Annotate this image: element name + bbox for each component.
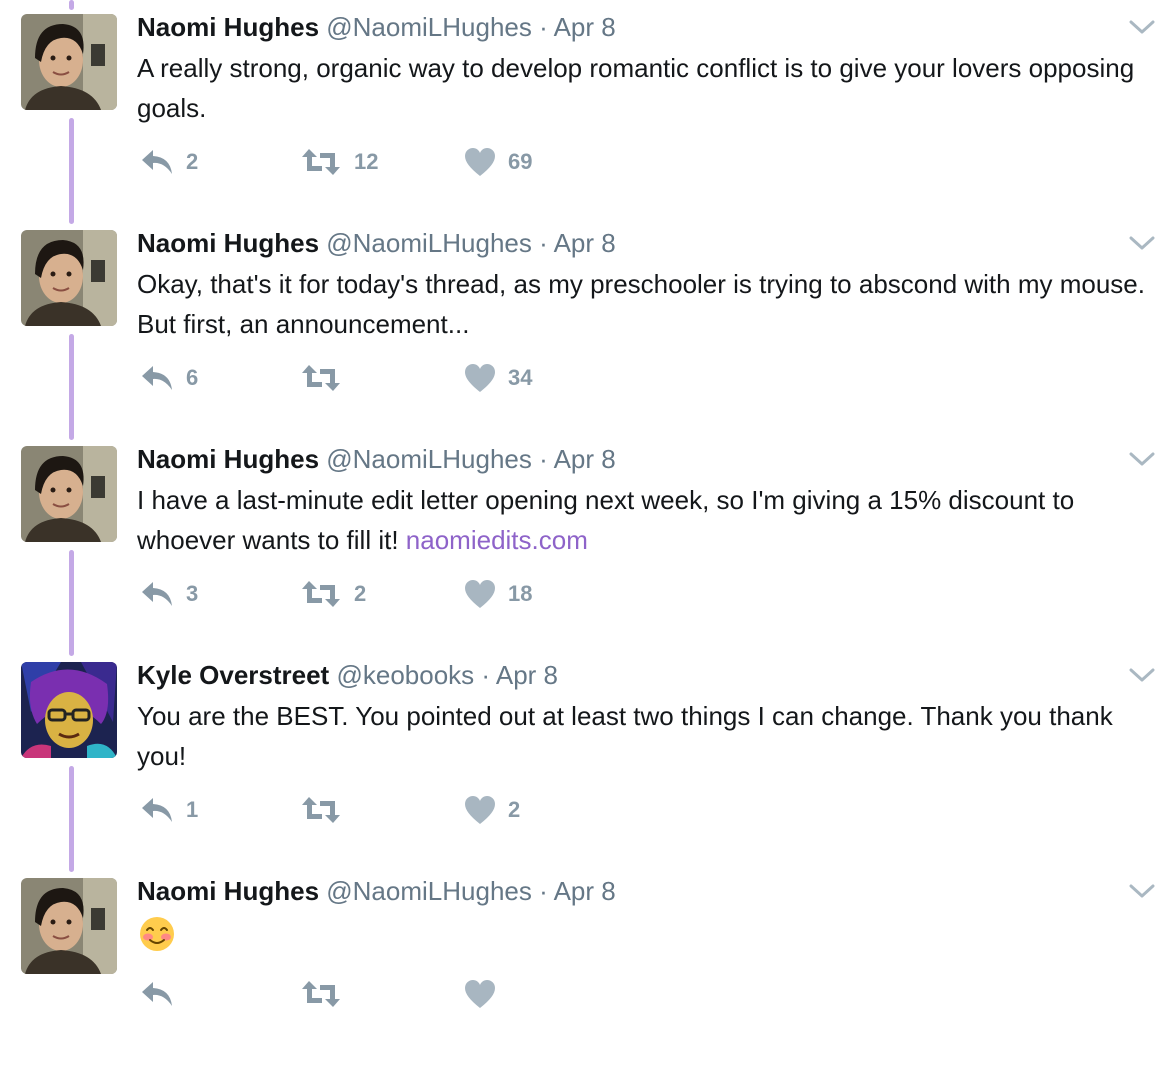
author-handle[interactable]: @NaomiLHughes [326,444,532,474]
chevron-down-icon[interactable] [1128,882,1156,900]
avatar[interactable] [21,230,117,326]
like-button[interactable] [464,974,496,1014]
retweet-button[interactable]: 12 [300,142,378,182]
author-name[interactable]: Naomi Hughes [137,12,319,42]
like-count: 18 [508,581,533,606]
tweet-header: Naomi Hughes @NaomiLHughes · Apr 8 [137,874,616,908]
avatar[interactable] [21,446,117,542]
tweet[interactable]: Naomi Hughes @NaomiLHughes · Apr 8 A rea… [0,0,1174,216]
retweet-icon [300,579,342,609]
reply-button[interactable]: 3 [140,574,198,614]
like-count: 34 [508,365,533,390]
avatar[interactable] [21,14,117,110]
retweet-count: 2 [354,581,367,606]
tweet-actions: 3 2 18 [140,574,640,614]
author-name[interactable]: Naomi Hughes [137,444,319,474]
like-button[interactable]: 18 [464,574,532,614]
like-count: 2 [508,797,521,822]
reply-button[interactable]: 2 [140,142,198,182]
tweet-date[interactable]: Apr 8 [554,12,616,42]
tweet-header: Naomi Hughes @NaomiLHughes · Apr 8 [137,10,616,44]
heart-icon [464,795,496,825]
retweet-icon [300,979,342,1009]
tweet[interactable]: Naomi Hughes @NaomiLHughes · Apr 8 Okay,… [0,216,1174,432]
tweet-body: You are the BEST. You pointed out at lea… [137,701,1113,771]
separator: · [539,876,548,906]
heart-icon [464,363,496,393]
author-handle[interactable]: @NaomiLHughes [326,876,532,906]
avatar[interactable] [21,662,117,758]
author-handle[interactable]: @NaomiLHughes [326,228,532,258]
separator: · [539,12,548,42]
heart-icon [464,979,496,1009]
separator: · [539,444,548,474]
tweet-header: Kyle Overstreet @keobooks · Apr 8 [137,658,558,692]
tweet-header: Naomi Hughes @NaomiLHughes · Apr 8 [137,442,616,476]
tweet-body: Okay, that's it for today's thread, as m… [137,269,1145,339]
smiling-face-with-smiling-eyes-emoji-icon [139,916,175,952]
author-name[interactable]: Kyle Overstreet [137,660,329,690]
tweet-text: I have a last-minute edit letter opening… [137,480,1157,560]
reply-button[interactable]: 6 [140,358,198,398]
separator: · [481,660,491,690]
tweet-actions [140,974,640,1014]
heart-icon [464,147,496,177]
retweet-icon [300,795,342,825]
author-name[interactable]: Naomi Hughes [137,876,319,906]
tweet[interactable]: Naomi Hughes @NaomiLHughes · Apr 8 [0,864,1174,1080]
tweet[interactable]: Naomi Hughes @NaomiLHughes · Apr 8 I hav… [0,432,1174,648]
retweet-button[interactable] [300,358,354,398]
like-button[interactable]: 2 [464,790,520,830]
author-handle[interactable]: @keobooks [336,660,474,690]
tweet-text: You are the BEST. You pointed out at lea… [137,696,1157,776]
tweet-body: A really strong, organic way to develop … [137,53,1135,123]
reply-button[interactable] [140,974,174,1014]
tweet-date[interactable]: Apr 8 [496,660,558,690]
reply-count: 6 [186,365,199,390]
reply-icon [140,363,174,393]
tweet-actions: 6 34 [140,358,640,398]
tweet[interactable]: Kyle Overstreet @keobooks · Apr 8 You ar… [0,648,1174,864]
like-count: 69 [508,149,533,174]
tweet-actions: 2 12 69 [140,142,640,182]
retweet-icon [300,147,342,177]
tweet-body: I have a last-minute edit letter opening… [137,485,1075,555]
chevron-down-icon[interactable] [1128,234,1156,252]
reply-icon [140,147,174,177]
tweet-date[interactable]: Apr 8 [554,228,616,258]
tweet-actions: 1 2 [140,790,640,830]
tweet-text: Okay, that's it for today's thread, as m… [137,264,1157,344]
avatar[interactable] [21,878,117,974]
retweet-count: 12 [354,149,379,174]
tweet-date[interactable]: Apr 8 [554,876,616,906]
reply-count: 3 [186,581,199,606]
tweet-link[interactable]: naomiedits.com [406,525,588,555]
chevron-down-icon[interactable] [1128,666,1156,684]
retweet-button[interactable]: 2 [300,574,366,614]
reply-count: 2 [186,149,199,174]
like-button[interactable]: 34 [464,358,532,398]
like-button[interactable]: 69 [464,142,532,182]
reply-count: 1 [186,797,199,822]
heart-icon [464,579,496,609]
chevron-down-icon[interactable] [1128,18,1156,36]
tweet-text: A really strong, organic way to develop … [137,48,1157,128]
author-handle[interactable]: @NaomiLHughes [326,12,532,42]
reply-button[interactable]: 1 [140,790,198,830]
tweet-date[interactable]: Apr 8 [554,444,616,474]
tweet-header: Naomi Hughes @NaomiLHughes · Apr 8 [137,226,616,260]
retweet-button[interactable] [300,974,342,1014]
retweet-button[interactable] [300,790,354,830]
reply-icon [140,579,174,609]
reply-icon [140,979,174,1009]
chevron-down-icon[interactable] [1128,450,1156,468]
reply-icon [140,795,174,825]
author-name[interactable]: Naomi Hughes [137,228,319,258]
retweet-icon [300,363,342,393]
separator: · [539,228,548,258]
